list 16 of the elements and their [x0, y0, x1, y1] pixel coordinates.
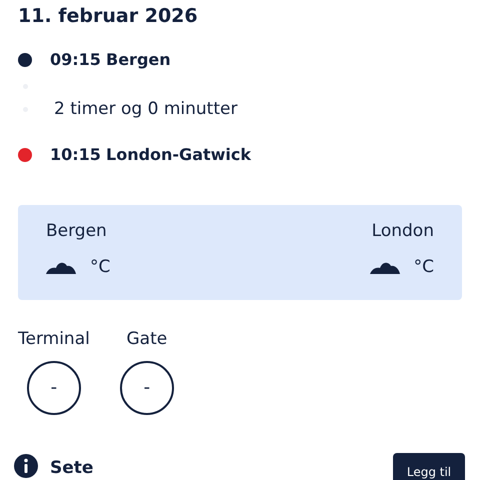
stop-time: 10:15 — [50, 144, 102, 166]
info-label: Terminal — [18, 328, 90, 351]
cloud-icon — [46, 260, 76, 274]
info-label: Gate — [126, 328, 168, 351]
stop-place: Bergen — [106, 49, 171, 71]
city-name: Bergen — [46, 220, 107, 243]
temperature-unit: °C — [414, 256, 434, 278]
duration-text: 2 timer og 0 minutter — [54, 98, 238, 121]
add-button[interactable]: Legg til — [393, 453, 465, 480]
stop-time: 09:15 — [50, 49, 102, 71]
stop-place: London-Gatwick — [106, 144, 252, 166]
cloud-icon — [370, 260, 400, 274]
date-heading: 11. februar 2026 — [18, 4, 198, 29]
city-name: London — [372, 220, 434, 243]
temperature-unit: °C — [90, 256, 110, 278]
seat-label: Sete — [50, 457, 94, 480]
